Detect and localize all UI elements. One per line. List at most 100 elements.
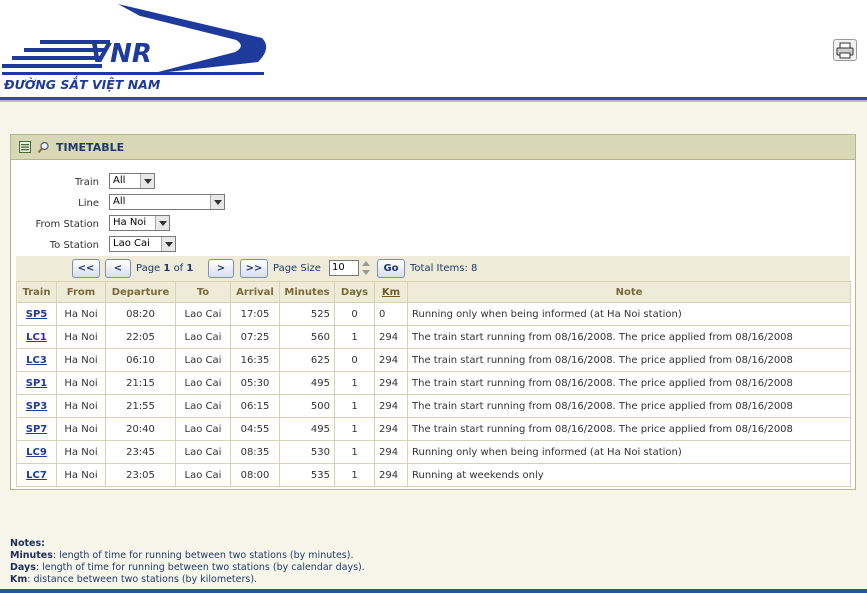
from-cell: Ha Noi [56, 348, 106, 372]
from-cell: Ha Noi [56, 325, 106, 349]
to-station-select[interactable]: Lao Cai [109, 236, 176, 252]
page-current: 1 [163, 263, 171, 274]
pager: << < Page 1 of 1 > >> Page Size 10 Go To… [16, 256, 850, 281]
col-header-from[interactable]: From [56, 281, 106, 303]
print-button[interactable] [833, 39, 857, 61]
from-station-select[interactable]: Ha Noi [109, 215, 170, 231]
col-header-departure[interactable]: Departure [105, 281, 176, 303]
timetable-panel: TIMETABLE Train All Line All From Statio… [10, 134, 856, 490]
col-header-arrival[interactable]: Arrival [230, 281, 280, 303]
total-items: Total Items: 8 [410, 263, 478, 274]
arrival-cell: 08:00 [230, 463, 280, 487]
train-link[interactable]: SP7 [26, 424, 48, 435]
departure-cell: 21:15 [105, 371, 176, 395]
table-row: SP5 Ha Noi 08:20 Lao Cai 17:05 525 0 0 R… [16, 302, 851, 326]
note-cell: The train start running from 08/16/2008.… [407, 325, 851, 349]
minutes-cell: 525 [279, 302, 335, 326]
page-size-spinner[interactable] [361, 259, 371, 277]
departure-cell: 22:05 [105, 325, 176, 349]
minutes-cell: 495 [279, 371, 335, 395]
train-link[interactable]: LC3 [26, 355, 47, 366]
arrival-cell: 07:25 [230, 325, 280, 349]
train-select-value: All [113, 175, 126, 186]
note-cell: The train start running from 08/16/2008.… [407, 394, 851, 418]
note-days-label: Days [10, 562, 36, 573]
days-cell: 1 [334, 417, 375, 441]
note-minutes-label: Minutes [10, 550, 53, 561]
last-page-button[interactable]: >> [240, 259, 268, 278]
from-cell: Ha Noi [56, 302, 106, 326]
km-cell: 294 [374, 440, 408, 464]
train-select[interactable]: All [109, 173, 155, 189]
train-cell: LC1 [16, 325, 57, 349]
km-cell: 294 [374, 325, 408, 349]
col-header-train[interactable]: Train [16, 281, 57, 303]
train-filter-row: Train All [11, 173, 311, 191]
from-station-label: From Station [35, 219, 99, 230]
table-row: LC3 Ha Noi 06:10 Lao Cai 16:35 625 0 294… [16, 348, 851, 372]
to-cell: Lao Cai [175, 394, 231, 418]
train-link[interactable]: SP3 [26, 401, 48, 412]
train-link[interactable]: LC7 [26, 470, 47, 481]
notes-section: Notes: Minutes: length of time for runni… [10, 538, 365, 586]
train-link[interactable]: LC9 [26, 447, 47, 458]
table-row: LC9 Ha Noi 23:45 Lao Cai 08:35 530 1 294… [16, 440, 851, 464]
from-cell: Ha Noi [56, 440, 106, 464]
train-filter-label: Train [75, 177, 99, 188]
departure-cell: 21:55 [105, 394, 176, 418]
minutes-cell: 625 [279, 348, 335, 372]
train-cell: SP1 [16, 371, 57, 395]
prev-page-button[interactable]: < [105, 259, 131, 278]
of-word: of [173, 263, 184, 274]
to-cell: Lao Cai [175, 348, 231, 372]
km-cell: 294 [374, 463, 408, 487]
from-station-filter-row: From Station Ha Noi [11, 215, 311, 233]
to-cell: Lao Cai [175, 417, 231, 441]
table-row: SP7 Ha Noi 20:40 Lao Cai 04:55 495 1 294… [16, 417, 851, 441]
col-header-days[interactable]: Days [334, 281, 375, 303]
page-size-input[interactable]: 10 [329, 260, 359, 276]
print-icon [836, 42, 854, 59]
site-header: VNR ĐƯỜNG SẮT VIỆT NAM [0, 0, 867, 100]
col-header-to[interactable]: To [175, 281, 231, 303]
train-link[interactable]: LC1 [26, 332, 47, 343]
train-link[interactable]: SP1 [26, 378, 48, 389]
note-cell: Running at weekends only [407, 463, 851, 487]
minutes-cell: 530 [279, 440, 335, 464]
days-cell: 0 [334, 348, 375, 372]
table-row: LC7 Ha Noi 23:05 Lao Cai 08:00 535 1 294… [16, 463, 851, 487]
col-header-note[interactable]: Note [407, 281, 851, 303]
line-select-value: All [113, 196, 126, 207]
train-cell: SP3 [16, 394, 57, 418]
line-filter-label: Line [78, 198, 99, 209]
minutes-cell: 495 [279, 417, 335, 441]
km-cell: 294 [374, 394, 408, 418]
chevron-down-icon [210, 195, 224, 209]
timetable-grid: << < Page 1 of 1 > >> Page Size 10 Go To… [16, 256, 851, 487]
col-header-minutes[interactable]: Minutes [279, 281, 335, 303]
timetable-table: Train From Departure To Arrival Minutes … [16, 281, 851, 487]
table-row: SP3 Ha Noi 21:55 Lao Cai 06:15 500 1 294… [16, 394, 851, 418]
col-header-km[interactable]: Km [374, 281, 408, 303]
first-page-button[interactable]: << [72, 259, 100, 278]
chevron-down-icon [140, 174, 154, 188]
departure-cell: 23:05 [105, 463, 176, 487]
note-km: Km: distance between two stations (by ki… [10, 574, 365, 586]
chevron-down-icon [161, 237, 175, 251]
vnr-logo[interactable]: VNR ĐƯỜNG SẮT VIỆT NAM [0, 0, 270, 95]
list-icon [19, 141, 31, 153]
note-cell: The train start running from 08/16/2008.… [407, 348, 851, 372]
to-cell: Lao Cai [175, 302, 231, 326]
logo-text: VNR [90, 39, 152, 69]
next-page-button[interactable]: > [208, 259, 234, 278]
train-link[interactable]: SP5 [26, 309, 48, 320]
train-cell: LC7 [16, 463, 57, 487]
from-cell: Ha Noi [56, 394, 106, 418]
go-button[interactable]: Go [377, 259, 405, 278]
note-km-label: Km [10, 574, 28, 585]
train-cell: SP7 [16, 417, 57, 441]
line-select[interactable]: All [109, 194, 225, 210]
table-header-row: Train From Departure To Arrival Minutes … [16, 281, 851, 303]
days-cell: 1 [334, 394, 375, 418]
minutes-cell: 535 [279, 463, 335, 487]
